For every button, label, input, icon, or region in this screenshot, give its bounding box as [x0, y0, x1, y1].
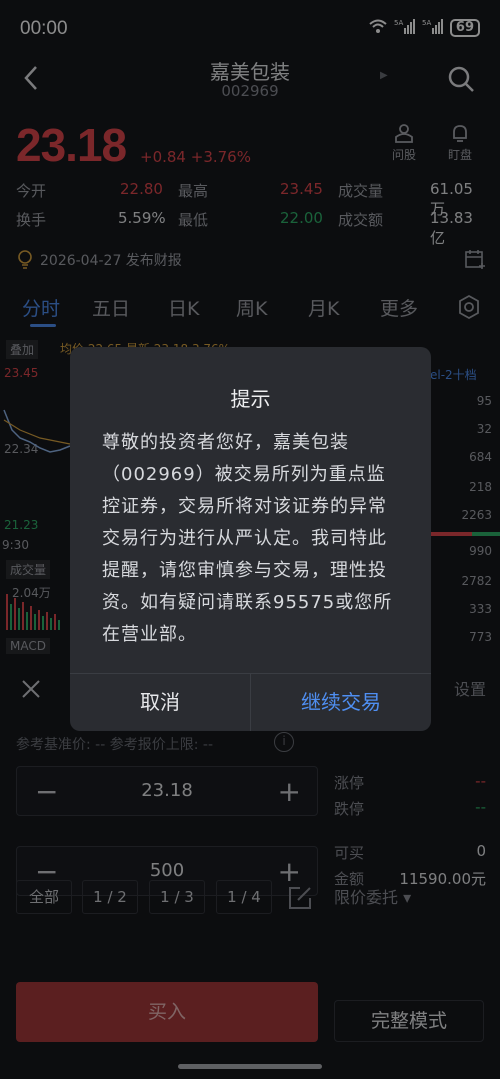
cancel-button[interactable]: 取消: [70, 673, 250, 731]
dialog-body: 尊敬的投资者您好，嘉美包装（002969）被交易所列为重点监控证券，交易所将对该…: [102, 432, 393, 645]
dialog-title: 提示: [230, 387, 271, 411]
continue-trading-button[interactable]: 继续交易: [251, 673, 431, 731]
risk-warning-dialog: 提示 尊敬的投资者您好，嘉美包装（002969）被交易所列为重点监控证券，交易所…: [70, 347, 431, 731]
